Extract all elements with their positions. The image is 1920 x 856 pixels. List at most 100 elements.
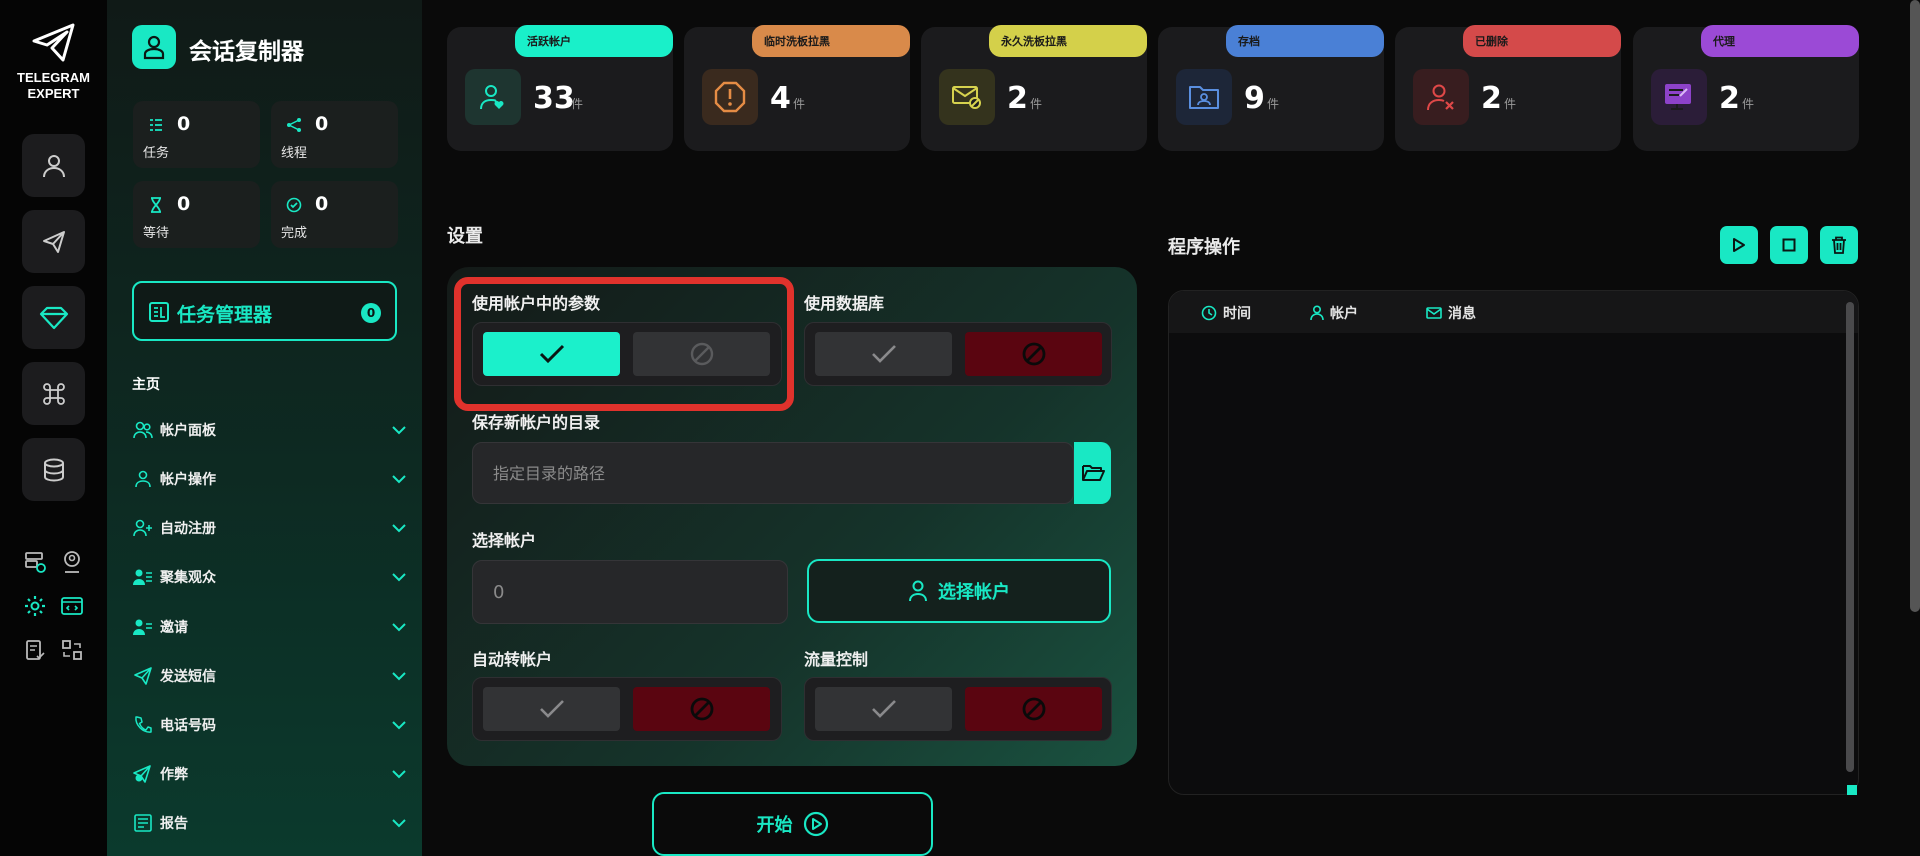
log-scrollbar[interactable] xyxy=(1846,302,1854,772)
select-accounts-button[interactable]: 选择帐户 xyxy=(807,559,1111,623)
nav-item-account-panel[interactable]: 帐户面板 xyxy=(132,416,407,444)
stat-card-tasks: 0 任务 xyxy=(133,101,260,168)
stat-card-archived[interactable]: 存档 9 件 xyxy=(1158,25,1384,151)
stat-card-done: 0 完成 xyxy=(271,181,398,248)
account-count-field[interactable] xyxy=(472,560,788,624)
chevron-down-icon xyxy=(391,471,407,487)
browse-folder-button[interactable] xyxy=(1074,442,1111,504)
highlight-box xyxy=(454,277,794,411)
toggle-on-button[interactable] xyxy=(483,687,620,731)
rail-user-button[interactable] xyxy=(22,134,85,197)
stat-value: 0 xyxy=(177,193,191,215)
chevron-down-icon xyxy=(391,520,407,536)
toggle-on-button[interactable] xyxy=(815,332,952,376)
log-header: 时间 帐户 消息 xyxy=(1169,291,1858,333)
nav-item-label: 自动注册 xyxy=(160,521,216,537)
rail-code-window-button[interactable] xyxy=(58,592,86,620)
stat-card-deleted[interactable]: 已删除 2 件 xyxy=(1395,25,1621,151)
nav-item-auto-register[interactable]: 自动注册 xyxy=(132,514,407,542)
rail-report-check-button[interactable] xyxy=(21,636,49,664)
toggle-off-button[interactable] xyxy=(965,687,1102,731)
nav-item-invite[interactable]: 邀请 xyxy=(132,613,407,641)
task-manager-count: 0 xyxy=(361,303,381,323)
rail-send-button[interactable] xyxy=(22,210,85,273)
hourglass-icon xyxy=(147,196,165,214)
code-window-icon xyxy=(61,597,83,615)
nav-item-send-sms[interactable]: 发送短信 xyxy=(132,662,407,690)
rail-gear-button[interactable] xyxy=(21,592,49,620)
rail-swap-button[interactable] xyxy=(58,636,86,664)
chevron-down-icon xyxy=(391,815,407,831)
check-icon xyxy=(539,700,564,718)
auto-transfer-label: 自动转帐户 xyxy=(472,650,553,669)
users-icon xyxy=(132,419,154,441)
user-remove-icon xyxy=(1413,69,1469,125)
nav-item-label: 帐户面板 xyxy=(160,423,216,439)
stat-value: 0 xyxy=(177,113,191,135)
start-button[interactable]: 开始 xyxy=(652,792,933,856)
check-icon xyxy=(871,345,896,363)
server-check-icon xyxy=(25,552,46,573)
share-icon xyxy=(285,116,303,134)
clear-log-button[interactable] xyxy=(1820,226,1858,264)
toggle-off-button[interactable] xyxy=(633,687,770,731)
stat-value: 2 xyxy=(1481,81,1502,116)
task-manager-button[interactable]: 任务管理器 0 xyxy=(132,281,397,341)
chevron-down-icon xyxy=(391,668,407,684)
page-scrollbar[interactable] xyxy=(1910,0,1920,612)
proxy-server-icon xyxy=(1651,69,1707,125)
stat-card-proxy[interactable]: 代理 2 件 xyxy=(1633,25,1859,151)
program-title: 程序操作 xyxy=(1168,237,1240,258)
save-dir-input[interactable] xyxy=(473,443,1073,503)
swap-icon xyxy=(62,640,82,660)
nav-item-account-actions[interactable]: 帐户操作 xyxy=(132,465,407,493)
save-dir-label: 保存新帐户的目录 xyxy=(472,413,601,432)
stat-value: 2 xyxy=(1007,81,1028,116)
stat-label: 线程 xyxy=(281,146,308,161)
app-icon xyxy=(132,25,176,69)
log-resize-handle[interactable] xyxy=(1847,785,1857,795)
save-dir-field[interactable] xyxy=(472,442,1074,504)
check-circle-icon xyxy=(285,196,303,214)
select-accounts-button-label: 选择帐户 xyxy=(938,582,1010,603)
nav-item-phone-numbers[interactable]: 电话号码 xyxy=(132,711,407,739)
rail-diamond-button[interactable] xyxy=(22,286,85,349)
database-icon xyxy=(43,458,64,482)
log-column-account[interactable]: 帐户 xyxy=(1310,303,1358,323)
brand-logo: TELEGRAM EXPERT xyxy=(0,22,107,102)
nav-item-label: 作弊 xyxy=(160,767,188,783)
stat-card-perm-banned[interactable]: 永久洗板拉黑 2 件 xyxy=(921,25,1147,151)
chevron-down-icon xyxy=(391,569,407,585)
send-icon xyxy=(42,230,65,253)
rail-server-check-button[interactable] xyxy=(21,548,49,576)
ban-icon xyxy=(1022,342,1045,366)
task-manager-label: 任务管理器 xyxy=(177,304,273,326)
stat-unit: 件 xyxy=(793,97,806,111)
nav-item-cheat[interactable]: 作弊 xyxy=(132,760,407,788)
command-icon xyxy=(42,382,65,405)
nav-item-gather-audience[interactable]: 聚集观众 xyxy=(132,563,407,591)
stop-button[interactable] xyxy=(1770,226,1808,264)
toggle-on-button[interactable] xyxy=(815,687,952,731)
toggle-off-button[interactable] xyxy=(965,332,1102,376)
send-plus-icon xyxy=(132,763,154,785)
rail-command-button[interactable] xyxy=(22,362,85,425)
gear-icon xyxy=(25,596,45,616)
stat-card-temp-banned[interactable]: 临时洗板拉黑 4 件 xyxy=(684,25,910,151)
ban-icon xyxy=(690,697,713,721)
log-column-message[interactable]: 消息 xyxy=(1426,303,1476,323)
rail-database-button[interactable] xyxy=(22,438,85,501)
trash-icon xyxy=(1832,236,1846,254)
play-button[interactable] xyxy=(1720,226,1758,264)
account-count-input[interactable] xyxy=(473,561,787,623)
rail-user-pin-button[interactable] xyxy=(58,548,86,576)
send-icon xyxy=(132,665,154,687)
stat-card-active-accounts[interactable]: 活跃帐户 33 件 xyxy=(447,25,673,151)
telegram-logo-icon xyxy=(32,23,74,62)
clock-icon xyxy=(1201,305,1217,321)
play-circle-icon xyxy=(803,811,828,837)
traffic-control-toggle xyxy=(804,677,1112,741)
nav-item-reports[interactable]: 报告 xyxy=(132,809,407,837)
log-column-time[interactable]: 时间 xyxy=(1201,303,1251,323)
check-icon xyxy=(871,700,896,718)
